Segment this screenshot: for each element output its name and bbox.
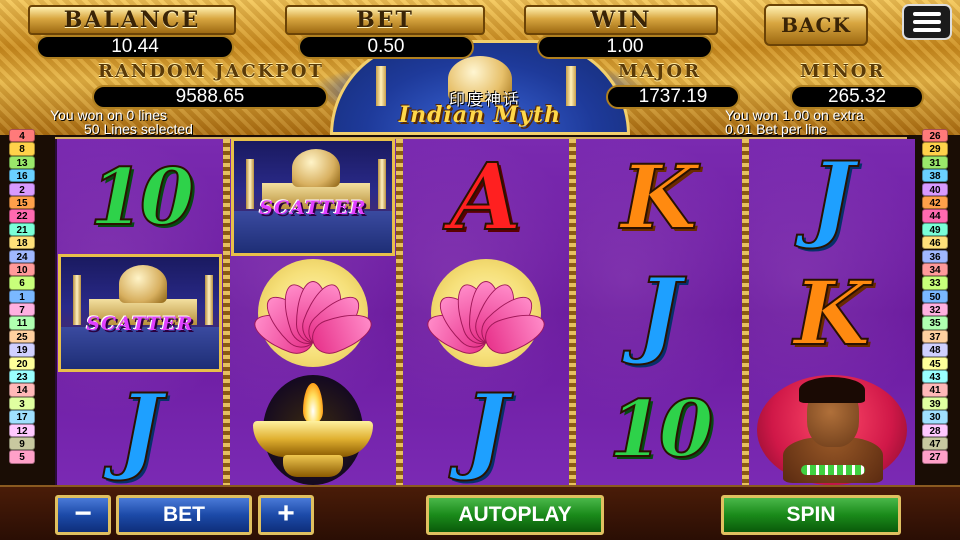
payline-number[interactable]: 50 <box>922 289 948 303</box>
symbol-j: J <box>636 257 682 369</box>
menu-icon[interactable] <box>902 4 952 40</box>
reel-area: 10 SCATTER J SCATTER A J K J 10 J K <box>55 137 915 487</box>
payline-number[interactable]: 35 <box>922 316 948 330</box>
payline-number[interactable]: 12 <box>9 423 35 437</box>
payline-number[interactable]: 38 <box>922 169 948 183</box>
payline-number[interactable]: 47 <box>922 436 948 451</box>
payline-number[interactable]: 23 <box>9 370 35 384</box>
minaret-right <box>566 66 576 106</box>
symbol-j: J <box>809 141 855 253</box>
payline-number[interactable]: 33 <box>922 276 948 290</box>
payline-number[interactable]: 14 <box>9 383 35 397</box>
random-jackpot-label: RANDOM JACKPOT <box>98 61 324 82</box>
payline-number[interactable]: 36 <box>922 249 948 263</box>
symbol-a: A <box>449 142 522 252</box>
autoplay-button[interactable]: AUTOPLAY <box>426 495 604 535</box>
payline-number[interactable]: 37 <box>922 329 948 344</box>
payline-number[interactable]: 7 <box>9 303 35 317</box>
win-value: 1.00 <box>537 35 713 59</box>
payline-number[interactable]: 17 <box>9 410 35 424</box>
payline-number[interactable]: 32 <box>922 303 948 317</box>
random-jackpot-value: 9588.65 <box>92 85 328 109</box>
minor-label: MINOR <box>800 61 886 82</box>
reel-divider <box>396 139 403 487</box>
scatter-label: SCATTER <box>86 313 194 335</box>
payline-number[interactable]: 20 <box>9 356 35 370</box>
bet-decrease-button[interactable]: − <box>55 495 111 535</box>
payline-number[interactable]: 3 <box>9 396 35 411</box>
win-label: WIN <box>524 5 718 35</box>
reel-divider <box>223 139 230 487</box>
minaret-left <box>376 66 386 106</box>
balance-value: 10.44 <box>36 35 234 59</box>
spin-button[interactable]: SPIN <box>721 495 901 535</box>
payline-number[interactable]: 2 <box>9 182 35 196</box>
payline-numbers-left: 4 8 13 16 2 15 22 21 18 24 10 6 1 7 11 25 19 20 23 14 3 17 12 9… <box>9 129 35 464</box>
payline-number[interactable]: 49 <box>922 222 948 237</box>
symbol-10: 10 <box>608 383 715 476</box>
lotus-symbol <box>230 255 396 371</box>
major-value: 1737.19 <box>606 85 740 109</box>
payline-number[interactable]: 9 <box>9 436 35 451</box>
payline-number[interactable]: 30 <box>922 410 948 424</box>
payline-number[interactable]: 39 <box>922 396 948 411</box>
payline-number[interactable]: 28 <box>922 423 948 437</box>
payline-number[interactable]: 34 <box>922 262 948 277</box>
payline-number[interactable]: 22 <box>9 209 35 223</box>
payline-number[interactable]: 16 <box>9 169 35 183</box>
balance-label: BALANCE <box>28 5 236 35</box>
payline-number[interactable]: 42 <box>922 195 948 210</box>
payline-number[interactable]: 25 <box>9 329 35 344</box>
lines-selected-message: 50 Lines selected <box>84 121 193 137</box>
payline-number[interactable]: 6 <box>9 276 35 290</box>
payline-number[interactable]: 11 <box>9 316 35 330</box>
symbol-k: K <box>793 260 871 366</box>
reel-divider <box>742 139 749 487</box>
bet-increase-button[interactable]: + <box>258 495 314 535</box>
major-label: MAJOR <box>618 61 702 82</box>
payline-number[interactable]: 43 <box>922 370 948 384</box>
lotus-symbol <box>403 255 569 371</box>
payline-number[interactable]: 44 <box>922 209 948 223</box>
payline-number[interactable]: 4 <box>9 129 35 143</box>
payline-number[interactable]: 21 <box>9 222 35 237</box>
payline-number[interactable]: 45 <box>922 356 948 370</box>
payline-number[interactable]: 5 <box>9 450 35 464</box>
back-button[interactable]: BACK <box>764 4 868 46</box>
bet-label: BET <box>285 5 485 35</box>
payline-number[interactable]: 10 <box>9 262 35 277</box>
payline-number[interactable]: 46 <box>922 236 948 250</box>
payline-number[interactable]: 24 <box>9 249 35 263</box>
bet-per-line-message: 0.01 Bet per line <box>725 121 827 137</box>
payline-number[interactable]: 19 <box>9 343 35 357</box>
scatter-label: SCATTER <box>259 197 367 219</box>
symbol-10: 10 <box>89 151 196 244</box>
bet-button[interactable]: BET <box>116 495 252 535</box>
payline-number[interactable]: 40 <box>922 182 948 196</box>
payline-number[interactable]: 18 <box>9 236 35 250</box>
payline-number[interactable]: 15 <box>9 195 35 210</box>
reel-divider <box>569 139 576 487</box>
payline-number[interactable]: 41 <box>922 383 948 397</box>
payline-number[interactable]: 1 <box>9 289 35 303</box>
warrior-symbol <box>749 371 915 487</box>
minor-value: 265.32 <box>790 85 924 109</box>
bet-value: 0.50 <box>298 35 474 59</box>
payline-number[interactable]: 8 <box>9 142 35 156</box>
scatter-symbol: SCATTER <box>58 254 222 372</box>
payline-number[interactable]: 29 <box>922 142 948 156</box>
payline-number[interactable]: 26 <box>922 129 948 143</box>
symbol-j: J <box>463 373 509 485</box>
scatter-symbol: SCATTER <box>231 138 395 256</box>
symbol-k: K <box>620 144 698 250</box>
payline-number[interactable]: 48 <box>922 343 948 357</box>
oil-lamp-symbol <box>230 371 396 487</box>
symbol-j: J <box>117 373 163 485</box>
game-title: Indian Myth <box>398 102 562 128</box>
payline-number[interactable]: 31 <box>922 155 948 170</box>
payline-number[interactable]: 27 <box>922 450 948 464</box>
payline-numbers-right: 26 29 31 38 40 42 44 49 46 36 34 33 50 32 35 37 48 45 43 41… <box>922 129 948 464</box>
payline-number[interactable]: 13 <box>9 155 35 170</box>
